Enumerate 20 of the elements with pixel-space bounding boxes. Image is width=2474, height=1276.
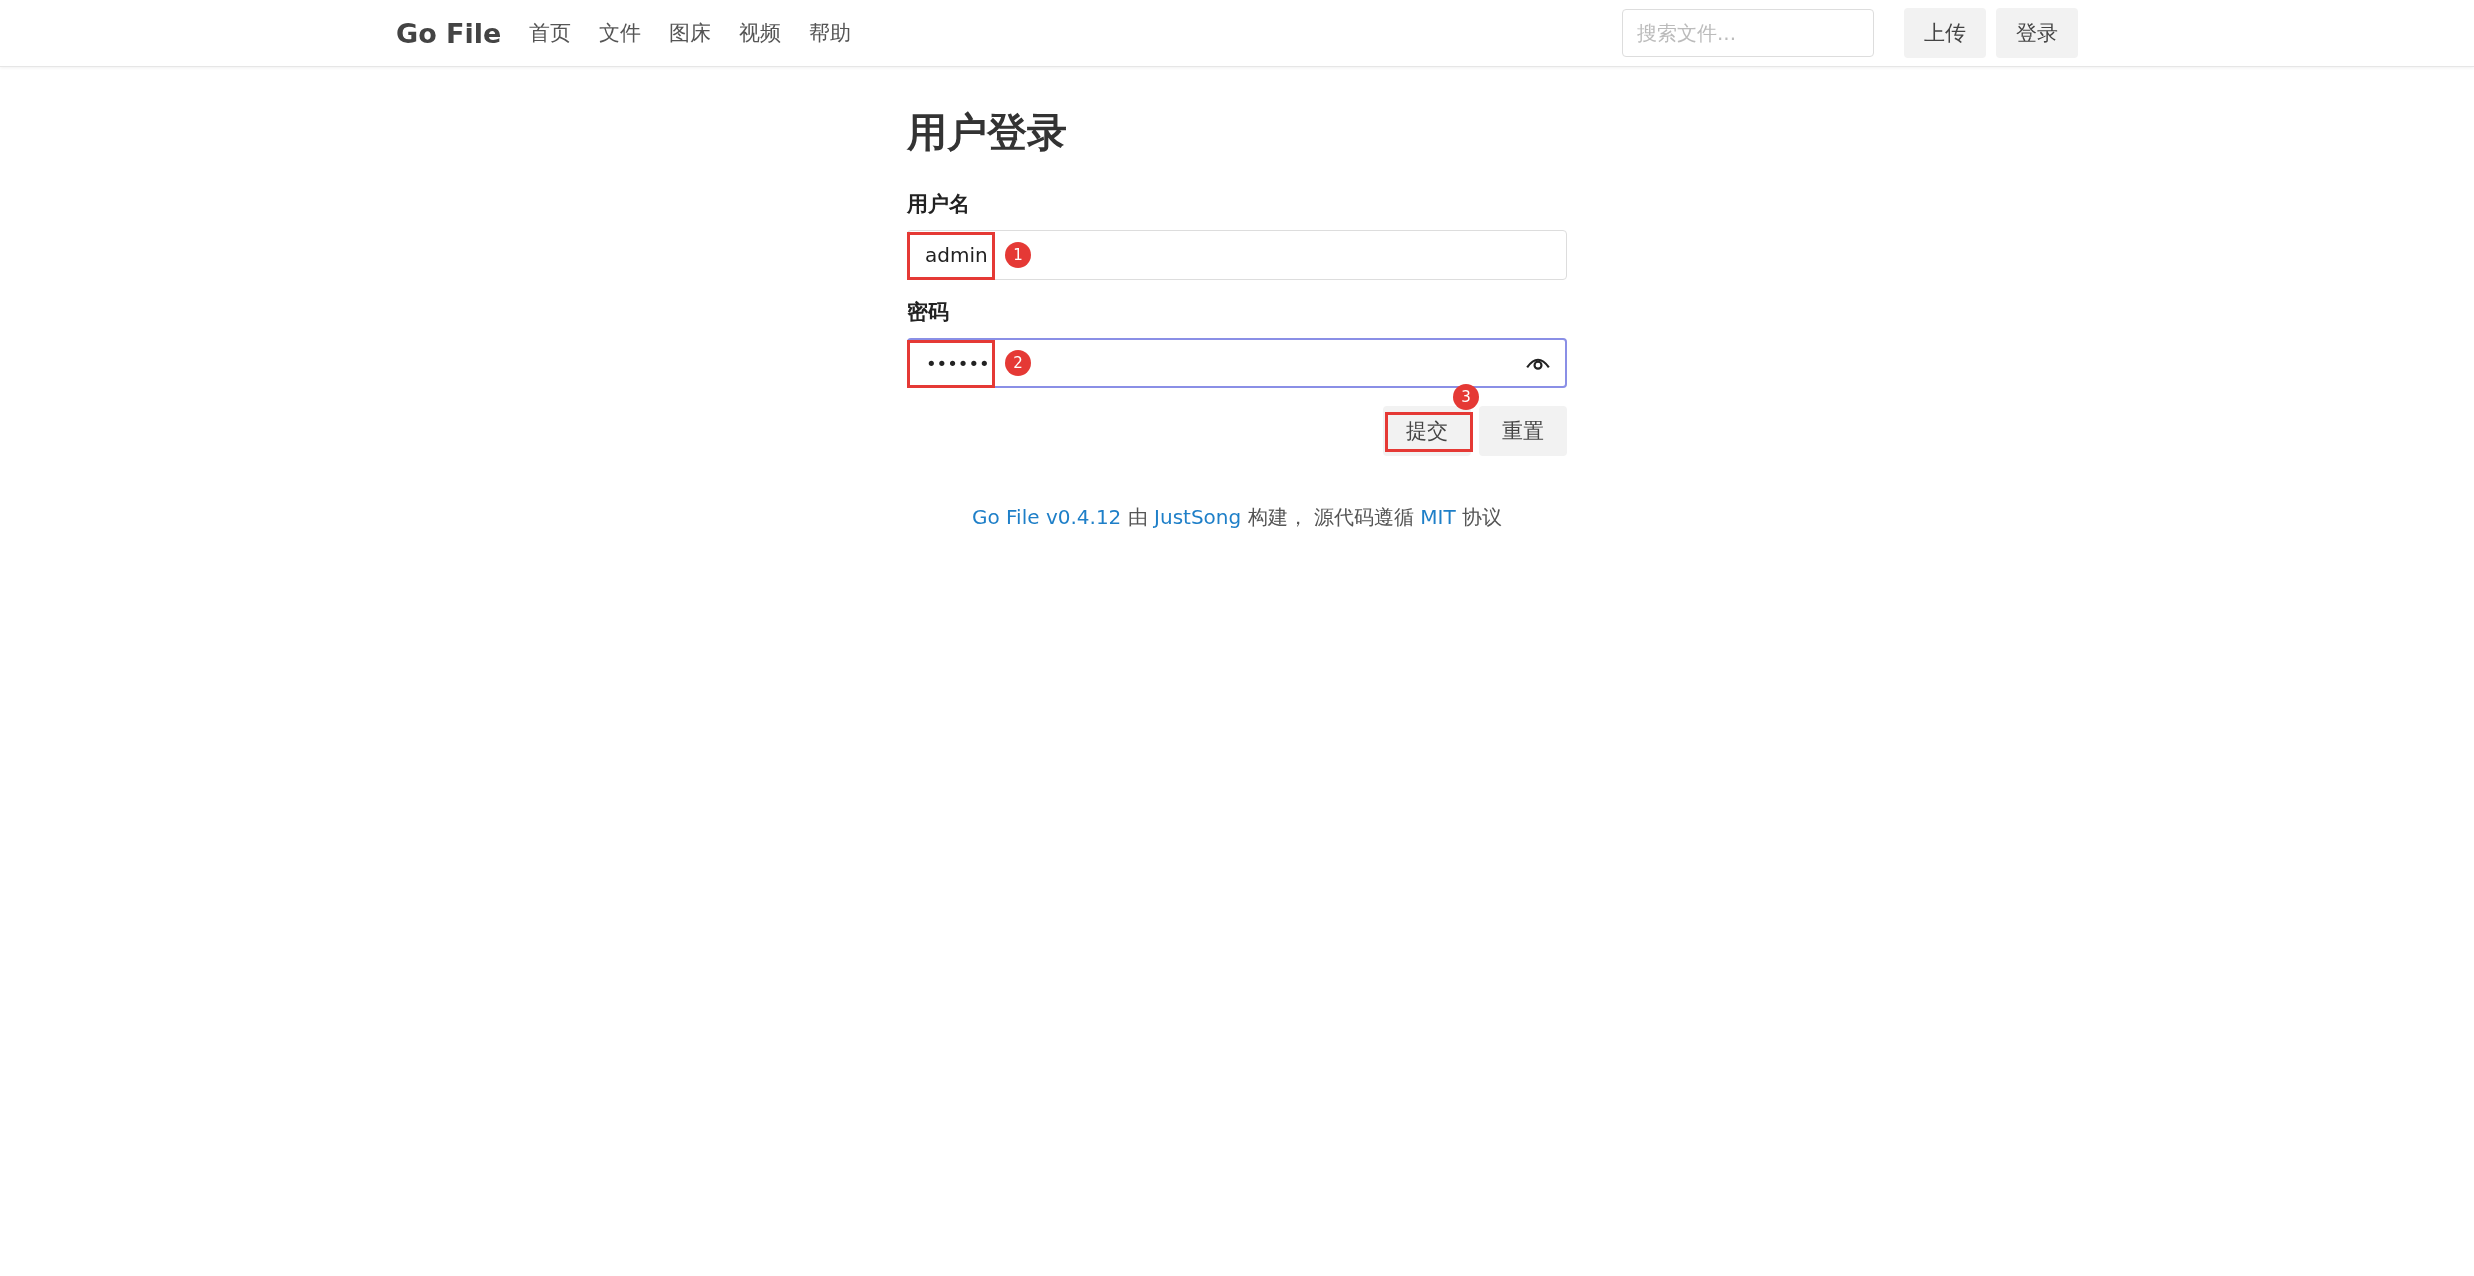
page-title: 用户登录: [907, 108, 1068, 157]
form-button[interactable]: 重置: [1479, 406, 1567, 456]
callout-number: 3: [1453, 384, 1479, 410]
brand-logo[interactable]: Go File: [396, 17, 502, 49]
callout-number: 2: [1005, 350, 1031, 376]
footer-link[interactable]: MIT: [1420, 505, 1456, 529]
nav-link[interactable]: 首页: [529, 19, 572, 47]
nav-button[interactable]: 登录: [1996, 8, 2078, 58]
search-field[interactable]: 搜索文件...: [1622, 9, 1874, 57]
footer-text: Go File v0.4.12 由 JustSong 构建， 源代码遵循 MIT 协议: [970, 504, 1503, 531]
nav-button[interactable]: 上传: [1904, 8, 1986, 58]
field-label: 密码: [907, 299, 950, 326]
field-label: 用户名: [907, 191, 971, 218]
callout-number: 1: [1005, 242, 1031, 268]
footer-link[interactable]: JustSong: [1154, 505, 1242, 529]
nav-link[interactable]: 图床: [669, 19, 712, 47]
nav-link[interactable]: 文件: [599, 19, 642, 47]
nav-link[interactable]: 视频: [739, 19, 782, 47]
nav-link[interactable]: 帮助: [809, 19, 852, 47]
footer-link[interactable]: Go File v0.4.12: [971, 505, 1122, 529]
